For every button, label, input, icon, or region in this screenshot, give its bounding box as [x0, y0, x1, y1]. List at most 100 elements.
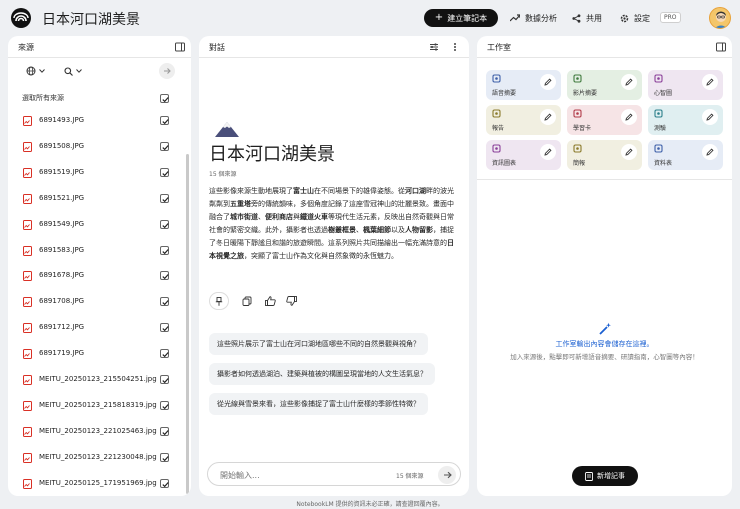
source-row[interactable]: 6891678.JPG	[8, 264, 191, 290]
check-icon	[162, 326, 169, 332]
edit-button[interactable]	[621, 74, 637, 90]
edit-button[interactable]	[702, 74, 718, 90]
check-icon	[162, 248, 169, 254]
sources-title: 來源	[18, 43, 34, 52]
suggested-question[interactable]: 攝影者如何透過湖泊、建築與植被的構圖呈現當地的人文生活氣息？	[209, 363, 435, 385]
divider	[477, 179, 732, 180]
source-name: 6891678.JPG	[39, 271, 85, 280]
summary-keyword: 樹叢框景	[328, 225, 356, 234]
source-checkbox[interactable]	[160, 193, 169, 203]
studio-tile[interactable]: 學習卡	[567, 105, 642, 135]
notebook-title[interactable]: 日本河口湖美景	[42, 9, 140, 29]
summary-keyword: 人物留影	[405, 225, 433, 234]
source-row[interactable]: MEITU_20250123_215504251.jpg	[8, 368, 191, 394]
settings-button[interactable]: 設定	[620, 9, 650, 27]
thumbs-down-button[interactable]	[281, 292, 301, 310]
source-name: MEITU_20250123_215504251.jpg	[39, 375, 157, 383]
edit-button[interactable]	[540, 144, 556, 160]
edit-button[interactable]	[540, 74, 556, 90]
select-all-checkbox[interactable]	[160, 94, 169, 103]
tune-icon[interactable]	[428, 41, 440, 53]
source-row[interactable]: MEITU_20250123_221025463.jpg	[8, 420, 191, 446]
source-checkbox[interactable]	[160, 478, 169, 488]
copy-button[interactable]	[237, 292, 257, 310]
studio-tile[interactable]: 資料表	[648, 140, 723, 170]
search-mode-dropdown[interactable]	[64, 62, 82, 80]
pencil-icon	[544, 113, 552, 121]
new-notebook-button[interactable]: + 建立筆記本	[424, 9, 498, 27]
send-button[interactable]	[438, 466, 456, 484]
studio-tile[interactable]: 簡報	[567, 140, 642, 170]
source-row[interactable]: MEITU_20250123_221230048.jpg	[8, 446, 191, 472]
check-icon	[162, 144, 169, 151]
source-row[interactable]: 6891583.JPG	[8, 239, 191, 265]
studio-tile[interactable]: 心智圖	[648, 70, 723, 100]
source-checkbox[interactable]	[160, 297, 169, 307]
share-button[interactable]: 共用	[572, 9, 602, 27]
source-checkbox[interactable]	[160, 271, 169, 281]
edit-button[interactable]	[621, 144, 637, 160]
source-checkbox[interactable]	[160, 323, 169, 333]
source-row[interactable]: MEITU_20250123_215818319.jpg	[8, 394, 191, 420]
summary-keyword: 富士山	[293, 187, 314, 195]
source-checkbox[interactable]	[160, 219, 169, 229]
web-source-dropdown[interactable]	[26, 62, 45, 80]
add-note-button[interactable]: 新增記事	[572, 466, 638, 486]
edit-button[interactable]	[540, 109, 556, 125]
arrow-right-icon	[443, 471, 452, 479]
source-row[interactable]: 6891712.JPG	[8, 316, 191, 342]
studio-tile[interactable]: 語音摘要	[486, 70, 561, 100]
source-checkbox[interactable]	[160, 400, 169, 410]
edit-button[interactable]	[702, 109, 718, 125]
source-name: 6891712.JPG	[39, 323, 85, 332]
top-bar: 日本河口湖美景 + 建立筆記本 數據分析 共用 設定 PRO	[0, 0, 740, 36]
image-file-icon	[23, 375, 32, 385]
pencil-icon	[625, 148, 633, 156]
edit-button[interactable]	[621, 109, 637, 125]
source-checkbox[interactable]	[160, 245, 169, 255]
studio-title: 工作室	[487, 43, 511, 52]
analytics-button[interactable]: 數據分析	[510, 9, 557, 27]
document-title: 日本河口湖美景	[209, 144, 335, 165]
avatar[interactable]	[709, 7, 731, 29]
source-row[interactable]: 6891708.JPG	[8, 290, 191, 316]
pencil-icon	[625, 113, 633, 121]
source-row[interactable]: 6891521.JPG	[8, 187, 191, 213]
source-checkbox[interactable]	[160, 116, 169, 125]
notebooklm-logo-icon[interactable]	[11, 8, 31, 28]
studio-tile-label: 測驗	[654, 125, 667, 132]
select-all-label: 選取所有來源	[22, 94, 64, 102]
source-checkbox[interactable]	[160, 141, 169, 151]
source-row[interactable]: 6891519.JPG	[8, 161, 191, 187]
pin-button[interactable]	[209, 292, 229, 310]
suggested-question[interactable]: 從光線與雪景來看，這些影像捕捉了富士山什麼樣的季節性特徵？	[209, 393, 428, 415]
source-row[interactable]: 6891493.JPG	[8, 109, 191, 135]
source-checkbox[interactable]	[160, 349, 169, 359]
more-vert-icon[interactable]	[449, 41, 461, 53]
collapse-panel-icon[interactable]	[174, 41, 186, 53]
studio-tile[interactable]: 報告	[486, 105, 561, 135]
chat-input[interactable]	[220, 468, 380, 482]
source-row[interactable]: 6891719.JPG	[8, 342, 191, 368]
edit-button[interactable]	[702, 144, 718, 160]
source-checkbox[interactable]	[160, 375, 169, 384]
scrollbar[interactable]	[186, 154, 189, 494]
share-icon	[572, 13, 581, 23]
magic-wand-icon	[599, 322, 611, 335]
studio-tile[interactable]: 測驗	[648, 105, 723, 135]
source-checkbox[interactable]	[160, 426, 169, 436]
source-row[interactable]: MEITU_20250125_171951969.jpg	[8, 472, 191, 496]
collapse-panel-icon[interactable]	[715, 41, 727, 53]
summary-text: 、	[356, 225, 363, 234]
studio-tile[interactable]: 影片摘要	[567, 70, 642, 100]
suggested-question[interactable]: 這些照片展示了富士山在河口湖地區哪些不同的自然景觀與視角？	[209, 333, 428, 355]
source-checkbox[interactable]	[160, 167, 169, 177]
studio-tile[interactable]: 資訊圖表	[486, 140, 561, 170]
image-file-icon	[23, 400, 32, 411]
source-row[interactable]: 6891549.JPG	[8, 213, 191, 239]
thumbs-up-button[interactable]	[260, 292, 280, 310]
source-name: 6891719.JPG	[39, 349, 85, 358]
source-checkbox[interactable]	[160, 452, 169, 462]
source-row[interactable]: 6891508.JPG	[8, 135, 191, 161]
submit-search-button[interactable]	[159, 63, 175, 79]
